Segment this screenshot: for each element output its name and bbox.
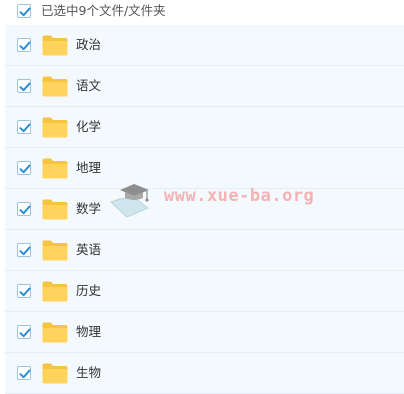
row-checkbox[interactable] bbox=[17, 120, 31, 134]
folder-icon bbox=[42, 363, 68, 384]
file-row[interactable]: 政治 bbox=[5, 25, 404, 66]
folder-icon bbox=[42, 76, 68, 97]
select-all-checkbox[interactable] bbox=[17, 4, 31, 18]
folder-icon bbox=[42, 240, 68, 261]
folder-icon bbox=[42, 281, 68, 302]
folder-icon bbox=[42, 322, 68, 343]
check-icon bbox=[19, 246, 31, 256]
file-name: 地理 bbox=[76, 160, 102, 175]
folder-icon bbox=[42, 35, 68, 56]
folder-icon bbox=[42, 117, 68, 138]
check-icon bbox=[19, 7, 31, 17]
file-row[interactable]: 生物 bbox=[5, 353, 404, 394]
file-row[interactable]: 物理 bbox=[5, 312, 404, 353]
file-name: 化学 bbox=[76, 119, 102, 134]
file-row[interactable]: 数学 bbox=[5, 189, 404, 230]
file-name: 物理 bbox=[76, 324, 102, 339]
check-icon bbox=[19, 41, 31, 51]
row-checkbox[interactable] bbox=[17, 38, 31, 52]
check-icon bbox=[19, 123, 31, 133]
file-row[interactable]: 地理 bbox=[5, 148, 404, 189]
check-icon bbox=[19, 369, 31, 379]
check-icon bbox=[19, 205, 31, 215]
check-icon bbox=[19, 164, 31, 174]
row-checkbox[interactable] bbox=[17, 325, 31, 339]
file-row[interactable]: 语文 bbox=[5, 66, 404, 107]
row-checkbox[interactable] bbox=[17, 243, 31, 257]
file-name: 英语 bbox=[76, 242, 102, 257]
file-row[interactable]: 化学 bbox=[5, 107, 404, 148]
file-row[interactable]: 英语 bbox=[5, 230, 404, 271]
file-name: 语文 bbox=[76, 78, 102, 93]
row-checkbox[interactable] bbox=[17, 79, 31, 93]
folder-icon bbox=[42, 158, 68, 179]
file-name: 生物 bbox=[76, 365, 102, 380]
check-icon bbox=[19, 82, 31, 92]
file-name: 数学 bbox=[76, 201, 102, 216]
row-checkbox[interactable] bbox=[17, 284, 31, 298]
row-checkbox[interactable] bbox=[17, 161, 31, 175]
check-icon bbox=[19, 287, 31, 297]
folder-icon bbox=[42, 199, 68, 220]
selection-header: 已选中9个文件/文件夹 bbox=[0, 0, 404, 25]
file-name: 政治 bbox=[76, 37, 102, 52]
selection-count-text: 已选中9个文件/文件夹 bbox=[41, 3, 166, 18]
check-icon bbox=[19, 328, 31, 338]
row-checkbox[interactable] bbox=[17, 366, 31, 380]
file-row[interactable]: 历史 bbox=[5, 271, 404, 312]
file-list: 政治语文化学地理数学英语历史物理生物 bbox=[5, 25, 404, 394]
row-checkbox[interactable] bbox=[17, 202, 31, 216]
file-name: 历史 bbox=[76, 283, 102, 298]
